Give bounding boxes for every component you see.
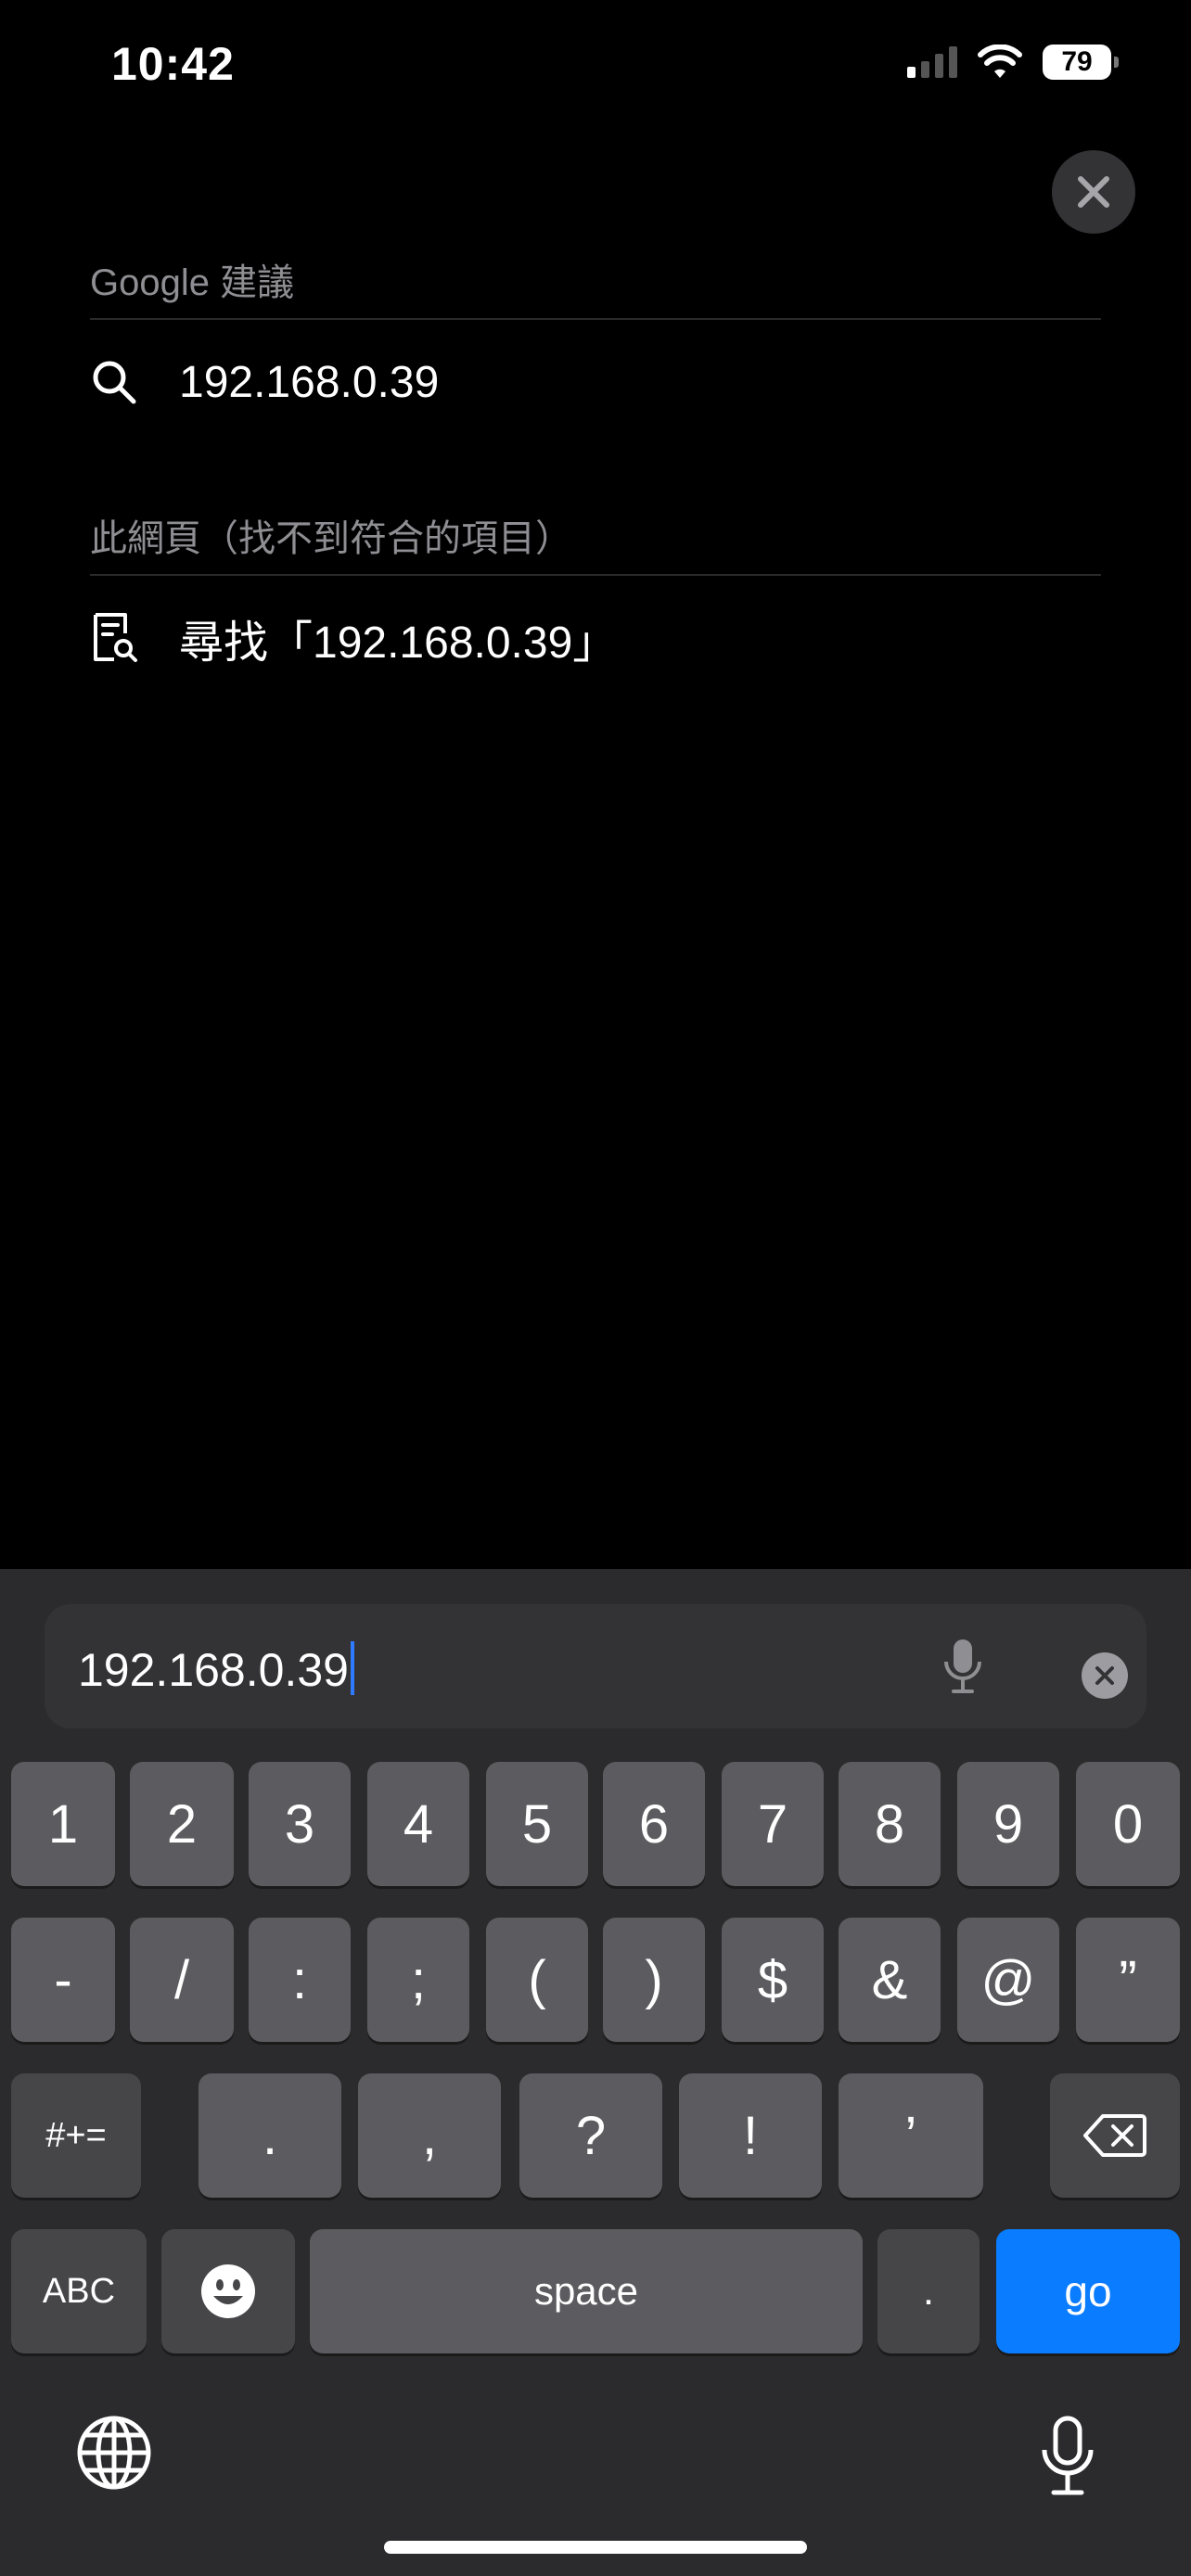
microphone-icon[interactable] [942,1638,983,1695]
divider [90,318,1101,320]
google-suggestion-item[interactable]: 192.168.0.39 [90,336,1101,428]
address-bar[interactable]: 192.168.0.39 [45,1604,1146,1728]
find-on-page-text: 尋找「192.168.0.39」 [179,618,618,668]
close-icon [1078,176,1109,208]
delete-key[interactable] [1050,2073,1180,2198]
key-open-paren[interactable]: ( [486,1918,588,2042]
status-time: 10:42 [111,38,235,90]
close-button[interactable] [1052,150,1135,234]
key-abc[interactable]: ABC [11,2229,147,2353]
battery-icon: 79 [1043,45,1119,80]
dictation-mic-icon[interactable] [1041,2415,1095,2496]
key-1[interactable]: 1 [11,1762,115,1886]
go-key[interactable]: go [996,2229,1180,2353]
status-icons: 79 [907,45,1119,80]
emoji-key[interactable] [161,2229,295,2353]
text-caret [350,1641,354,1695]
key-colon[interactable]: : [249,1918,351,2042]
address-input[interactable]: 192.168.0.39 [78,1641,354,1697]
clear-text-button[interactable] [1082,1652,1128,1699]
find-in-page-icon [94,613,137,662]
key-at[interactable]: @ [957,1918,1059,2042]
home-indicator[interactable] [384,2541,807,2554]
key-hyphen[interactable]: - [11,1918,115,2042]
wifi-icon [978,45,1022,78]
emoji-icon [201,2264,255,2318]
key-close-paren[interactable]: ) [603,1918,705,2042]
key-4[interactable]: 4 [367,1762,469,1886]
address-input-value: 192.168.0.39 [78,1644,349,1696]
key-comma[interactable]: , [358,2073,501,2198]
key-apostrophe[interactable]: ’ [839,2073,983,2198]
key-7[interactable]: 7 [722,1762,824,1886]
key-5[interactable]: 5 [486,1762,588,1886]
keyboard-panel: 192.168.0.39 1 2 3 4 5 6 7 8 9 0 - / : ;… [0,1569,1191,2576]
divider [90,574,1101,576]
key-period[interactable]: . [198,2073,341,2198]
key-quote[interactable]: ” [1076,1918,1180,2042]
key-2[interactable]: 2 [130,1762,234,1886]
key-8[interactable]: 8 [839,1762,941,1886]
search-icon [93,361,136,404]
globe-icon[interactable] [76,2415,152,2491]
key-3[interactable]: 3 [249,1762,351,1886]
key-exclamation[interactable]: ! [679,2073,822,2198]
key-more-symbols[interactable]: #+= [11,2073,141,2198]
key-question[interactable]: ? [519,2073,662,2198]
key-semicolon[interactable]: ; [367,1918,469,2042]
key-0[interactable]: 0 [1076,1762,1180,1886]
cellular-signal-icon [907,46,957,78]
backspace-icon [1083,2114,1146,2157]
key-slash[interactable]: / [130,1918,234,2042]
key-9[interactable]: 9 [957,1762,1059,1886]
google-suggestion-text: 192.168.0.39 [179,357,440,407]
clear-icon [1095,1666,1114,1685]
space-key[interactable]: space [310,2229,863,2353]
google-suggestions-header: Google 建議 [90,262,295,303]
find-on-page-item[interactable]: 尋找「192.168.0.39」 [90,592,1101,684]
key-dot[interactable]: . [877,2229,980,2353]
key-ampersand[interactable]: & [839,1918,941,2042]
key-6[interactable]: 6 [603,1762,705,1886]
on-this-page-header: 此網頁（找不到符合的項目） [90,518,572,559]
key-dollar[interactable]: $ [722,1918,824,2042]
